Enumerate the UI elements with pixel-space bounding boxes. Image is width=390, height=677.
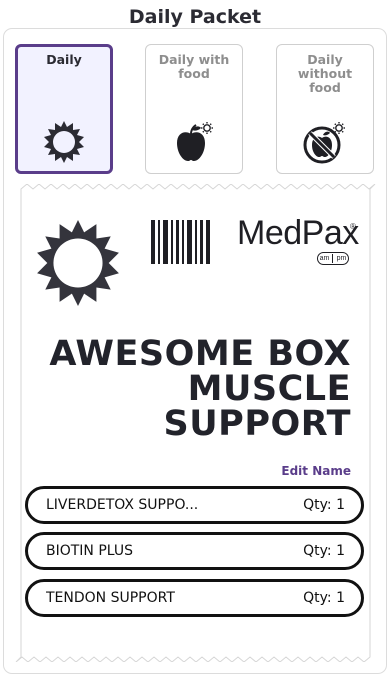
supplement-name: TENDON SUPPORT xyxy=(46,590,175,606)
apple-sun-icon xyxy=(171,119,217,165)
no-food-icon xyxy=(302,119,348,165)
am-pm-pill-icon: am pm xyxy=(317,252,349,265)
barcode-icon xyxy=(151,220,211,268)
packet-name: AWESOME BOX MUSCLE SUPPORT xyxy=(49,334,351,444)
option-daily-with-food-label: Daily with food xyxy=(158,52,230,81)
option-daily-without-food-label: Daily without food xyxy=(297,52,353,95)
supplement-item[interactable]: TENDON SUPPORT Qty: 1 xyxy=(25,579,364,617)
supplement-item[interactable]: LIVERDETOX SUPPO... Qty: 1 xyxy=(25,486,364,524)
edit-name-link[interactable]: Edit Name xyxy=(281,464,351,478)
option-daily-without-food[interactable]: Daily without food xyxy=(276,44,374,174)
option-daily[interactable]: Daily xyxy=(15,44,113,174)
brand-registered-mark: ® xyxy=(350,222,356,231)
supplement-item[interactable]: BIOTIN PLUS Qty: 1 xyxy=(25,532,364,570)
page-title: Daily Packet xyxy=(128,6,262,28)
option-daily-label: Daily xyxy=(46,52,82,67)
supplement-qty: Qty: 1 xyxy=(303,497,345,513)
sun-icon-large xyxy=(33,218,123,312)
option-daily-with-food[interactable]: Daily with food xyxy=(145,44,243,174)
brand-logo: MedPax xyxy=(237,214,359,252)
supplement-qty: Qty: 1 xyxy=(303,590,345,606)
pill-am-label: am xyxy=(319,255,330,262)
sun-icon xyxy=(42,119,86,163)
supplement-name: LIVERDETOX SUPPO... xyxy=(46,497,199,513)
pill-pm-label: pm xyxy=(336,255,347,262)
packet-card: MedPax ® am pm AWESOME BOX MUSCLE SUPPOR… xyxy=(15,184,376,662)
supplement-name: BIOTIN PLUS xyxy=(46,543,134,559)
supplement-qty: Qty: 1 xyxy=(303,543,345,559)
